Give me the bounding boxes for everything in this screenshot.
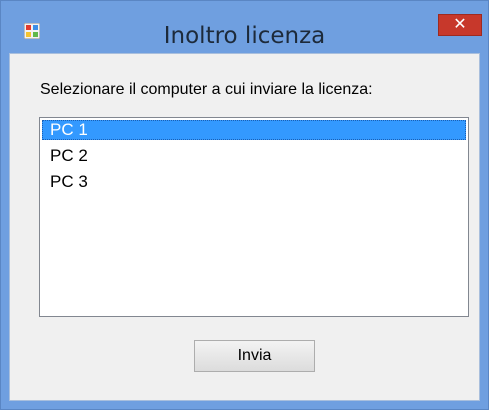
list-item-pc-3[interactable]: PC 3 [42,172,466,192]
prompt-label: Selezionare il computer a cui inviare la… [40,81,373,98]
list-item-pc-2[interactable]: PC 2 [42,146,466,166]
list-item-pc-1[interactable]: PC 1 [42,120,466,140]
close-button[interactable]: ✕ [438,14,482,36]
computer-listbox[interactable]: PC 1 PC 2 PC 3 [39,117,469,317]
send-button[interactable]: Invia [194,340,315,372]
close-icon: ✕ [453,16,467,33]
window-title: Inoltro licenza [163,23,326,49]
title-bar[interactable]: Inoltro licenza ✕ [1,1,488,53]
